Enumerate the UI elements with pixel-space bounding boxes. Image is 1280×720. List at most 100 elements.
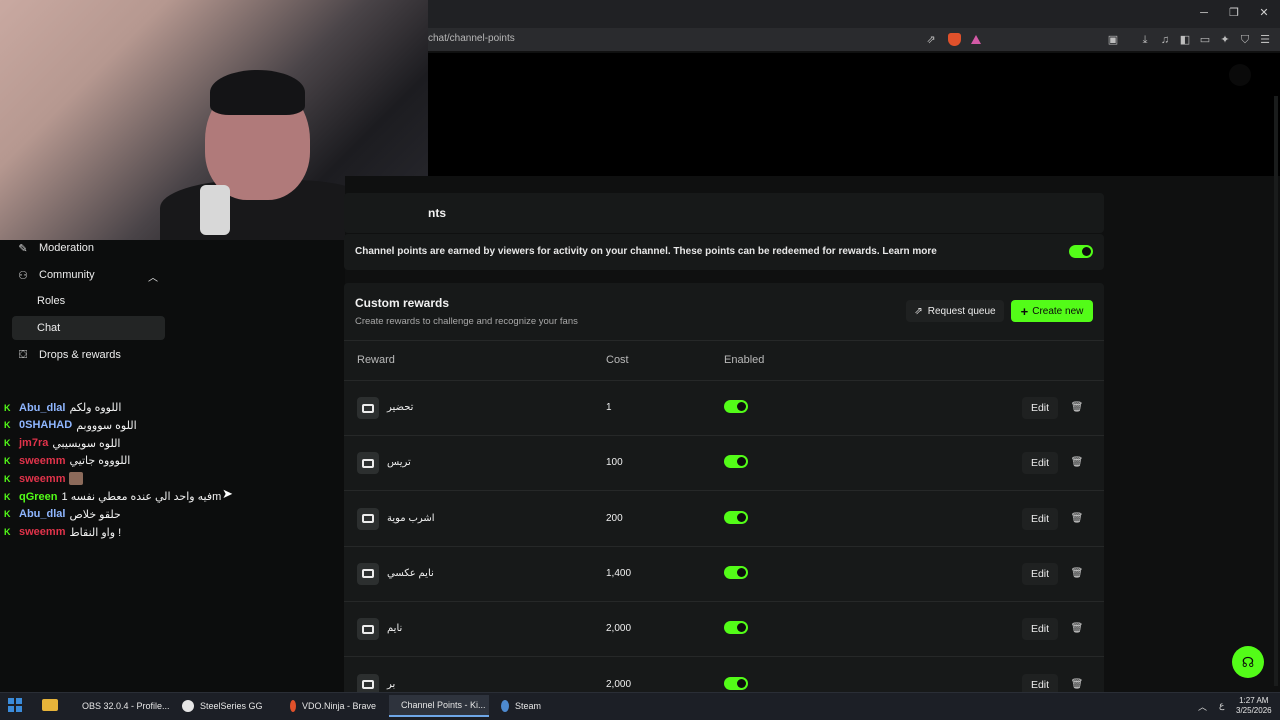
- app-icon: [290, 700, 296, 712]
- taskbar-app[interactable]: VDO.Ninja - Brave: [284, 695, 382, 717]
- kick-badge-icon: K: [4, 509, 11, 520]
- chat-username[interactable]: sweemm: [19, 455, 65, 467]
- reward-cost: 2,000: [606, 623, 632, 635]
- reward-enabled-toggle[interactable]: [724, 621, 748, 635]
- sidebar-item-chat[interactable]: Chat: [12, 316, 165, 340]
- chat-username[interactable]: qGreen: [19, 491, 58, 503]
- trash-icon: 🗑: [1070, 402, 1084, 413]
- tray-chevron-icon[interactable]: ︿: [1198, 700, 1207, 713]
- edit-button[interactable]: Edit: [1022, 452, 1058, 475]
- chat-message: Ksweemm: [4, 470, 84, 487]
- leo-icon[interactable]: ✦: [1218, 33, 1232, 47]
- edit-button[interactable]: Edit: [1022, 562, 1058, 585]
- delete-button[interactable]: 🗑: [1068, 508, 1086, 530]
- reward-enabled-toggle[interactable]: [724, 565, 748, 579]
- chat-username[interactable]: Abu_dlal: [19, 402, 65, 414]
- url-text[interactable]: chat/channel-points: [428, 33, 515, 44]
- chat-text: اللوه سويسيبي: [52, 437, 121, 450]
- ticket-icon: [362, 458, 374, 468]
- scrollbar[interactable]: [1274, 96, 1278, 686]
- edit-button[interactable]: Edit: [1022, 397, 1058, 419]
- screenshot-icon[interactable]: ▣: [1106, 33, 1120, 47]
- chat-message: KqGreen فيه واحد الي عنده معطي نفسه 1m: [4, 488, 221, 505]
- reward-icon: [357, 507, 379, 530]
- brave-rewards-icon[interactable]: [971, 35, 981, 44]
- chat-text: حلقو خلاص: [69, 508, 121, 521]
- chat-message: Ksweemm واو النقاط !: [4, 524, 121, 541]
- divider: [344, 435, 1104, 436]
- reward-name: تحضير: [387, 402, 414, 413]
- divider: [344, 600, 1104, 602]
- edit-button[interactable]: Edit: [1022, 507, 1058, 530]
- chat-message: K Abu_dlal اللووه ولكم: [4, 399, 121, 416]
- share-icon[interactable]: ⇗: [924, 33, 938, 47]
- channel-points-toggle[interactable]: [1069, 245, 1093, 258]
- file-explorer-icon[interactable]: [42, 699, 58, 711]
- edit-button[interactable]: Edit: [1022, 618, 1058, 641]
- sidebar-item-roles[interactable]: Roles: [12, 289, 165, 313]
- vpn-icon[interactable]: ⛉: [1238, 33, 1252, 47]
- clock-time: 1:27 AM: [1239, 696, 1269, 705]
- delete-button[interactable]: 🗑: [1068, 397, 1086, 419]
- ticket-icon: [362, 514, 374, 524]
- divider: [344, 490, 1104, 492]
- channel-points-header-card: [344, 193, 1104, 233]
- headset-icon: ☊: [1241, 653, 1255, 670]
- wallet-icon[interactable]: ▭: [1198, 33, 1212, 47]
- taskbar-clock[interactable]: 1:27 AM 3/25/2026: [1236, 696, 1272, 716]
- delete-button[interactable]: 🗑: [1068, 563, 1086, 585]
- chevron-up-icon[interactable]: ︿: [148, 269, 158, 284]
- taskbar-app[interactable]: SteelSeries GG: [176, 695, 276, 717]
- taskbar-app[interactable]: Channel Points - Ki...: [389, 695, 489, 717]
- menu-icon[interactable]: ☰: [1258, 33, 1272, 47]
- avatar[interactable]: [1229, 64, 1251, 86]
- request-queue-button[interactable]: ⇗ Request queue: [906, 300, 1004, 322]
- sidebar-item-drops-rewards[interactable]: ⛋ Drops & rewards: [12, 343, 165, 367]
- media-icon[interactable]: ♫: [1158, 33, 1172, 47]
- sidebar-item-community[interactable]: ⚇ Community: [12, 263, 165, 287]
- download-icon[interactable]: ⤓: [1138, 33, 1152, 47]
- chat-username[interactable]: sweemm: [19, 526, 65, 538]
- taskbar-app[interactable]: Steam: [495, 695, 547, 717]
- minimize-button[interactable]: ─: [1197, 6, 1211, 20]
- learn-more-link[interactable]: Learn more: [882, 246, 936, 257]
- delete-button[interactable]: 🗑: [1068, 452, 1086, 474]
- reward-enabled-toggle[interactable]: [724, 400, 748, 413]
- sidebar-icon[interactable]: ◧: [1178, 33, 1192, 47]
- trash-icon: 🗑: [1070, 567, 1084, 579]
- chat-username[interactable]: 0SHAHAD: [19, 419, 72, 431]
- kick-badge-icon: K: [4, 455, 11, 466]
- reward-name: بر: [387, 678, 396, 690]
- kick-badge-icon: K: [4, 491, 11, 502]
- taskbar-app-label: VDO.Ninja - Brave: [301, 701, 376, 711]
- chat-username[interactable]: Abu_dlal: [19, 508, 65, 520]
- windows-start-icon[interactable]: [8, 698, 22, 712]
- plus-icon: +: [1020, 303, 1029, 319]
- delete-button[interactable]: 🗑: [1068, 618, 1086, 640]
- close-button[interactable]: ✕: [1257, 6, 1271, 20]
- trash-icon: 🗑: [1070, 623, 1084, 635]
- help-chat-button[interactable]: ☊: [1232, 646, 1264, 678]
- reward-enabled-toggle[interactable]: [724, 510, 748, 524]
- brave-shields-icon[interactable]: [948, 33, 961, 46]
- custom-rewards-card: [344, 283, 1104, 703]
- language-indicator[interactable]: ع: [1219, 700, 1224, 711]
- sidebar-item-label: Chat: [37, 322, 61, 334]
- maximize-button[interactable]: ❐: [1227, 6, 1241, 20]
- chat-text: اللوه سوووبم: [76, 419, 137, 432]
- reward-enabled-toggle[interactable]: [724, 676, 748, 690]
- taskbar-app[interactable]: OBS 32.0.4 - Profile...: [70, 695, 170, 717]
- trash-icon: 🗑: [1070, 457, 1084, 469]
- reward-enabled-toggle[interactable]: [724, 455, 748, 469]
- reward-icon: [357, 618, 379, 641]
- create-new-button[interactable]: + Create new: [1011, 300, 1093, 322]
- description-text: Channel points are earned by viewers for…: [355, 246, 880, 257]
- chat-username[interactable]: jm7ra: [19, 437, 48, 449]
- sidebar-item-label: Moderation: [39, 242, 95, 254]
- custom-rewards-subtitle: Create rewards to challenge and recogniz…: [355, 316, 578, 327]
- sidebar-item-moderation[interactable]: ✎ Moderation: [12, 236, 165, 260]
- chat-message: K Abu_dlal حلقو خلاص: [4, 506, 121, 523]
- chat-username[interactable]: sweemm: [19, 473, 65, 485]
- divider: [344, 380, 1104, 381]
- request-queue-label: Request queue: [927, 305, 996, 317]
